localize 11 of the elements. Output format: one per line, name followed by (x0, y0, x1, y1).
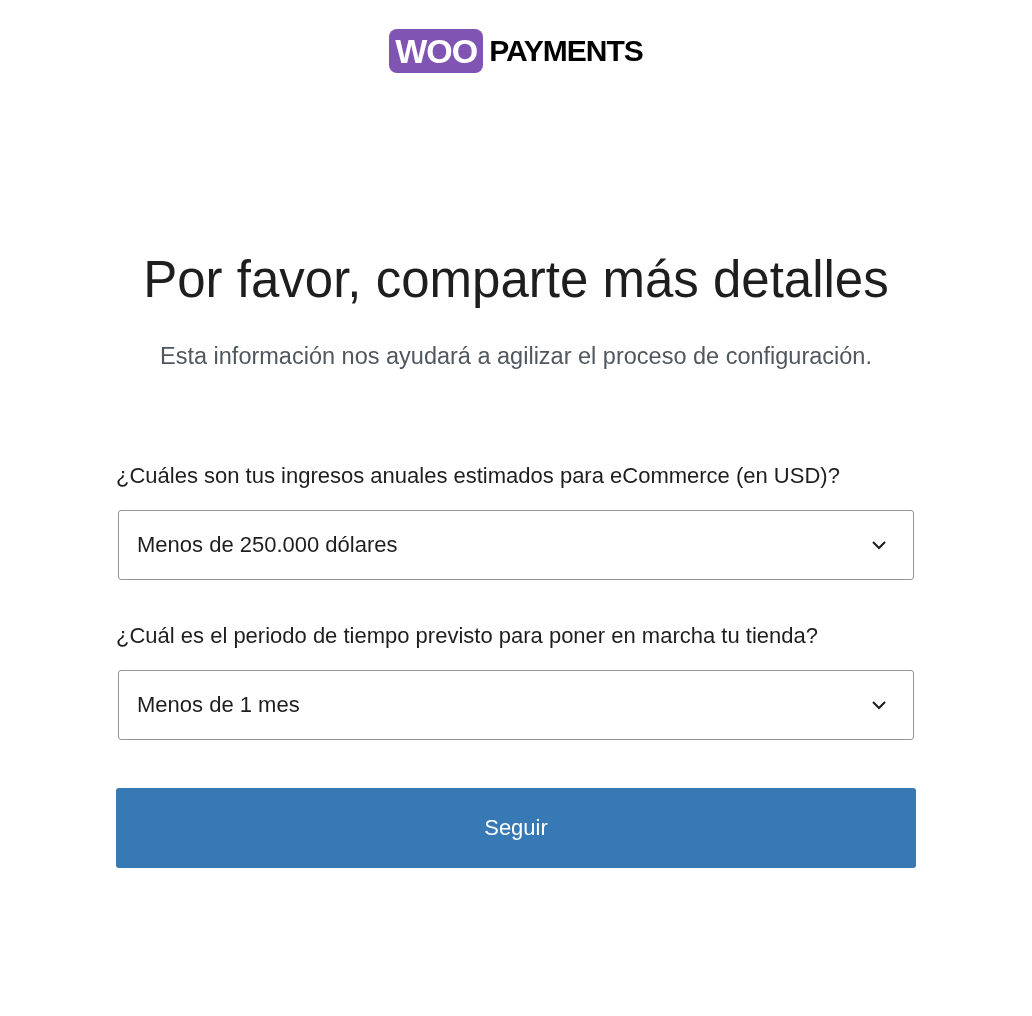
dropdown[interactable]: Menos de 1 mes (118, 670, 914, 740)
question-label: ¿Cuáles son tus ingresos anuales estimados para eCommerce (en USD)? (116, 462, 841, 490)
chevron-down-icon (871, 540, 887, 550)
chevron-down-icon (871, 700, 887, 710)
continue-button[interactable]: Seguir (116, 788, 916, 868)
page-subtitle: Esta información nos ayudará a agilizar el proceso de configuración. (160, 342, 872, 371)
logo-wordmark: PAYMENTS (489, 34, 643, 68)
question-label: ¿Cuál es el periodo de tiempo previsto para poner en marcha tu tienda? (116, 622, 819, 650)
page-heading: Por favor, comparte más detalles (143, 250, 889, 310)
dropdown[interactable]: Menos de 250.000 dólares (118, 510, 914, 580)
logo-badge: WOO (389, 29, 484, 73)
